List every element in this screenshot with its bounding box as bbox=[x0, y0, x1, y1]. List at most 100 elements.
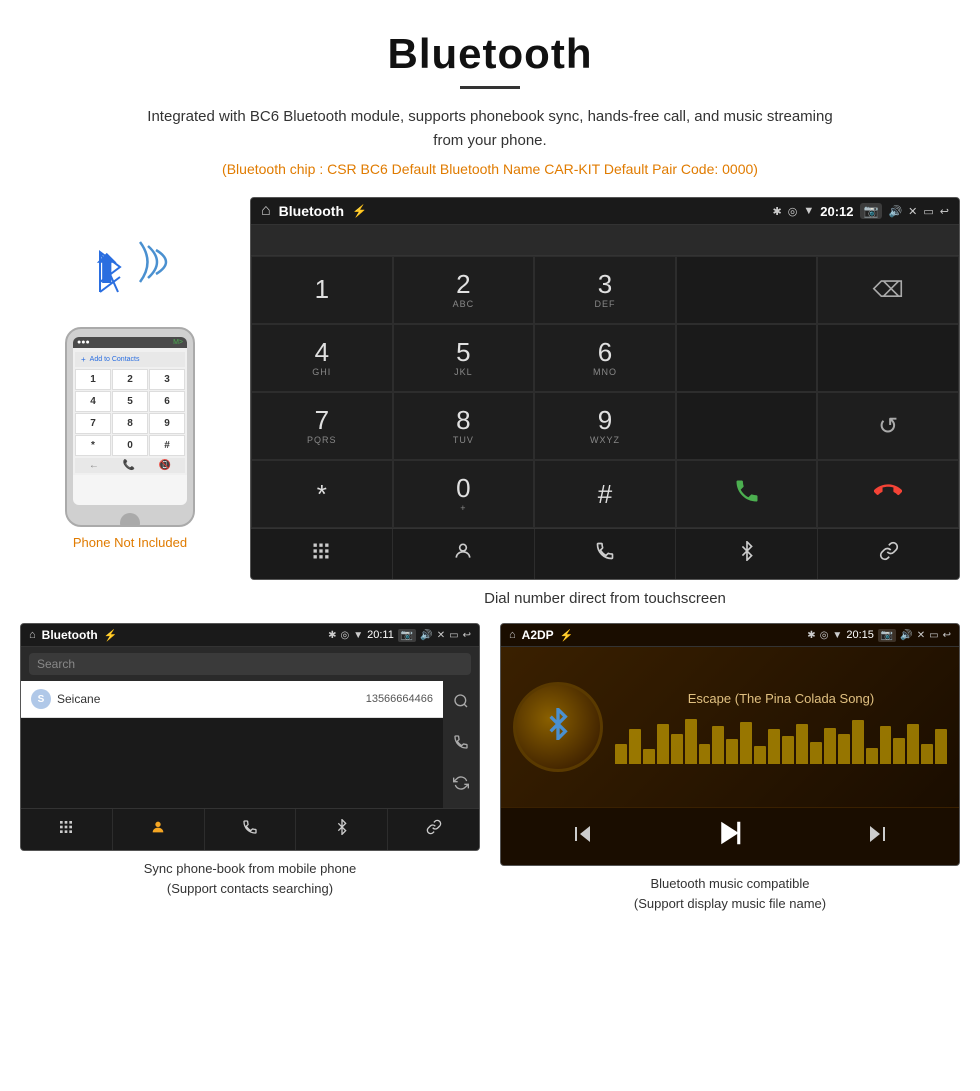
pb-contact-row: S Seicane 13566664466 bbox=[21, 681, 443, 718]
key-9-sub: WXYZ bbox=[590, 435, 620, 445]
key-2-num: 2 bbox=[456, 271, 470, 297]
close-icon: ✕ bbox=[908, 205, 917, 218]
pb-nav-contacts-icon bbox=[150, 819, 166, 840]
pb-nav-dialpad-icon bbox=[58, 819, 74, 840]
nav-bluetooth[interactable] bbox=[676, 529, 818, 579]
key-5-sub: JKL bbox=[454, 367, 473, 377]
phone-key-hash: # bbox=[149, 435, 185, 456]
music-status-left: ⌂ A2DP ⚡ bbox=[509, 628, 573, 642]
pb-loc-icon: ◎ bbox=[341, 630, 350, 641]
key-5[interactable]: 5 JKL bbox=[393, 324, 535, 392]
music-controls bbox=[501, 807, 959, 865]
key-1[interactable]: 1 bbox=[251, 256, 393, 324]
link-icon bbox=[879, 541, 899, 567]
eq-bar bbox=[712, 726, 724, 764]
usb-icon: ⚡ bbox=[352, 204, 367, 218]
key-empty-3 bbox=[817, 324, 959, 392]
eq-bar bbox=[671, 734, 683, 764]
music-song-title: Escape (The Pina Colada Song) bbox=[615, 691, 947, 706]
pb-nav-phone[interactable] bbox=[205, 809, 297, 850]
music-prev-btn[interactable] bbox=[571, 822, 595, 852]
bt-status-icon: ✱ bbox=[773, 205, 782, 218]
pb-nav-dialpad[interactable] bbox=[21, 809, 113, 850]
phone-back-icon: ← bbox=[89, 460, 99, 471]
dialpad-icon bbox=[311, 541, 331, 567]
pb-nav-link[interactable] bbox=[388, 809, 479, 850]
pb-nav-phone-icon bbox=[242, 819, 258, 840]
signal-icon: ▼ bbox=[803, 205, 814, 217]
key-7[interactable]: 7 PQRS bbox=[251, 392, 393, 460]
pb-camera-btn[interactable]: 📷 bbox=[398, 629, 416, 642]
key-4[interactable]: 4 GHI bbox=[251, 324, 393, 392]
page-title: Bluetooth bbox=[40, 30, 940, 78]
backspace-icon: ⌫ bbox=[873, 277, 904, 303]
key-3[interactable]: 3 DEF bbox=[534, 256, 676, 324]
music-play-pause-btn[interactable] bbox=[715, 818, 745, 855]
key-9[interactable]: 9 WXYZ bbox=[534, 392, 676, 460]
key-call-accept[interactable] bbox=[676, 460, 818, 528]
music-back-icon: ↩ bbox=[943, 630, 951, 641]
pb-sync-icon[interactable] bbox=[449, 767, 473, 804]
phone-key-star: * bbox=[75, 435, 111, 456]
phone-icon bbox=[595, 541, 615, 567]
bottom-content-row: ⌂ Bluetooth ⚡ ✱ ◎ ▼ 20:11 📷 🔊 ✕ ▭ ↩ bbox=[0, 623, 980, 943]
phonebook-caption-line1: Sync phone-book from mobile phone bbox=[144, 861, 356, 876]
music-close-icon: ✕ bbox=[917, 630, 925, 641]
keypad-grid: 1 2 ABC 3 DEF ⌫ 4 GHI bbox=[251, 255, 959, 528]
music-signal-icon: ▼ bbox=[832, 630, 842, 641]
bluetooth-signal-area: ⬆ bbox=[90, 237, 170, 317]
music-usb-icon: ⚡ bbox=[560, 629, 574, 642]
eq-bar bbox=[880, 726, 892, 764]
key-2-sub: ABC bbox=[453, 299, 475, 309]
pb-nav-contacts-active[interactable] bbox=[113, 809, 205, 850]
pb-bottom-nav bbox=[21, 808, 479, 850]
phone-key-9: 9 bbox=[149, 413, 185, 434]
pb-contact-number: 13566664466 bbox=[366, 693, 433, 705]
pb-signal-icon: ▼ bbox=[353, 630, 363, 641]
key-6-num: 6 bbox=[598, 339, 612, 365]
nav-contacts[interactable] bbox=[393, 529, 535, 579]
eq-bar bbox=[866, 748, 878, 764]
key-backspace[interactable]: ⌫ bbox=[817, 256, 959, 324]
phone-screen-header: ●●●M> bbox=[73, 337, 187, 348]
key-empty-1 bbox=[676, 256, 818, 324]
page-description: Integrated with BC6 Bluetooth module, su… bbox=[140, 105, 840, 153]
phone-key-8: 8 bbox=[112, 413, 148, 434]
key-0[interactable]: 0 + bbox=[393, 460, 535, 528]
phone-add-contact-btn: +Add to Contacts bbox=[75, 352, 185, 367]
pb-contact-list: S Seicane 13566664466 bbox=[21, 681, 443, 808]
eq-bar bbox=[643, 749, 655, 764]
nav-link[interactable] bbox=[818, 529, 959, 579]
nav-phone[interactable] bbox=[535, 529, 677, 579]
pb-search-field[interactable]: Search bbox=[29, 653, 471, 675]
music-next-btn[interactable] bbox=[865, 822, 889, 852]
eq-bar bbox=[893, 738, 905, 764]
phone-key-5: 5 bbox=[112, 391, 148, 412]
key-hash[interactable]: # bbox=[534, 460, 676, 528]
eq-bar bbox=[935, 729, 947, 764]
eq-bar bbox=[699, 744, 711, 764]
sync-icon: ↺ bbox=[878, 412, 898, 441]
key-8[interactable]: 8 TUV bbox=[393, 392, 535, 460]
key-star[interactable]: * bbox=[251, 460, 393, 528]
key-6[interactable]: 6 MNO bbox=[534, 324, 676, 392]
key-3-sub: DEF bbox=[594, 299, 615, 309]
nav-dialpad[interactable] bbox=[251, 529, 393, 579]
key-2[interactable]: 2 ABC bbox=[393, 256, 535, 324]
phone-call-icon: 📞 bbox=[123, 460, 135, 471]
eq-bar bbox=[657, 724, 669, 764]
camera-icon-btn[interactable]: 📷 bbox=[860, 203, 883, 219]
phone-screen: ●●●M> +Add to Contacts 1 2 3 4 5 6 7 8 bbox=[73, 337, 187, 505]
pb-vol-icon: 🔊 bbox=[420, 630, 432, 641]
pb-nav-bluetooth[interactable] bbox=[296, 809, 388, 850]
phonebook-section: ⌂ Bluetooth ⚡ ✱ ◎ ▼ 20:11 📷 🔊 ✕ ▭ ↩ bbox=[20, 623, 480, 913]
key-sync[interactable]: ↺ bbox=[817, 392, 959, 460]
pb-contact-name: Seicane bbox=[57, 692, 366, 706]
key-call-end[interactable] bbox=[817, 460, 959, 528]
status-bar-left: ⌂ Bluetooth ⚡ bbox=[261, 202, 367, 220]
location-icon: ◎ bbox=[788, 205, 798, 218]
pb-call-icon[interactable] bbox=[449, 726, 473, 763]
pb-search-icon[interactable] bbox=[449, 685, 473, 722]
music-cam-btn[interactable]: 📷 bbox=[878, 629, 896, 642]
dialer-title: Bluetooth bbox=[279, 203, 344, 219]
